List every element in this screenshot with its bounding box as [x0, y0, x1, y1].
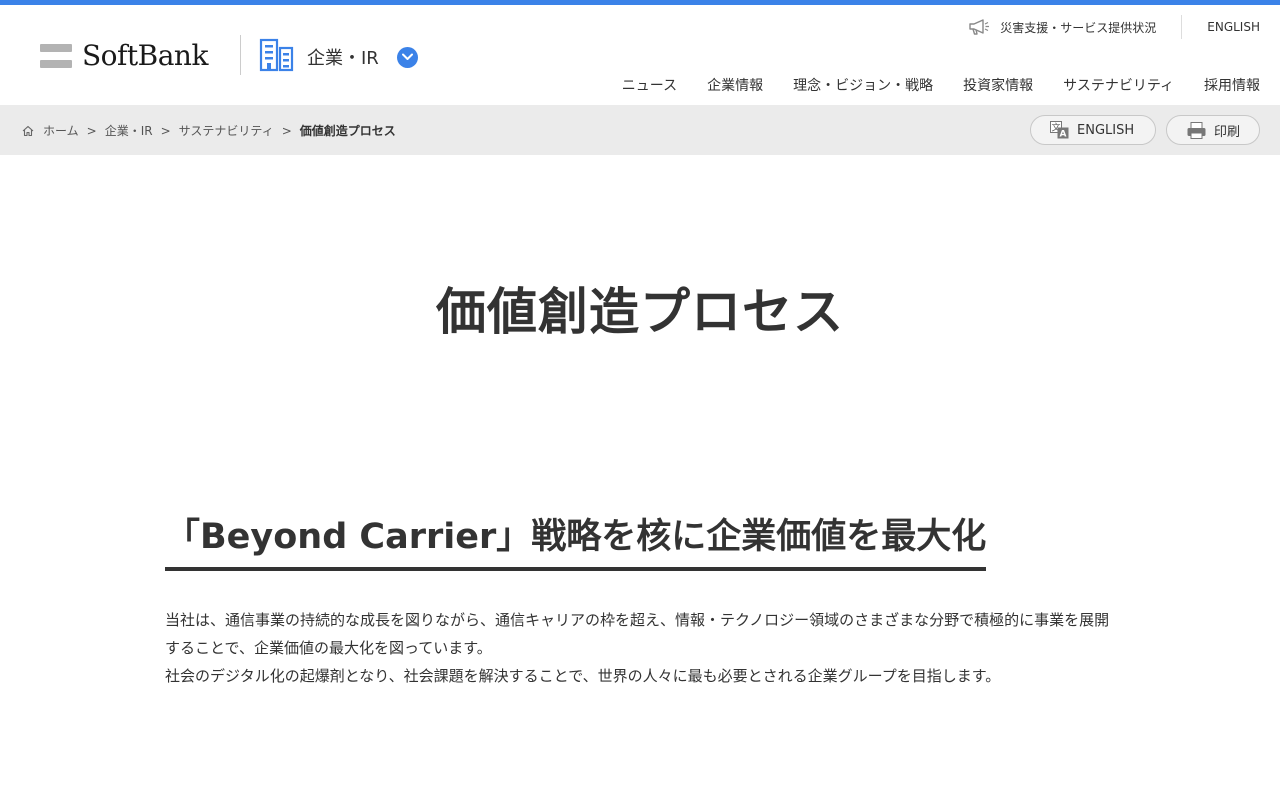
global-nav: ニュース 企業情報 理念・ビジョン・戦略 投資家情報 サステナビリティ 採用情報 [592, 75, 1260, 95]
english-page-label: ENGLISH [1077, 122, 1135, 138]
nav-corporate-info[interactable]: 企業情報 [707, 75, 763, 95]
breadcrumb-separator: > [281, 123, 292, 138]
nav-news[interactable]: ニュース [622, 75, 677, 95]
section-label: 企業・IR [307, 48, 379, 69]
logo-text: SoftBank [82, 39, 208, 72]
nav-investor-relations[interactable]: 投資家情報 [963, 75, 1033, 95]
svg-text:A: A [1060, 130, 1067, 140]
nav-careers[interactable]: 採用情報 [1204, 75, 1260, 95]
english-page-button[interactable]: 文 A ENGLISH [1030, 115, 1156, 145]
logo-mark [40, 44, 72, 68]
header-divider [240, 35, 241, 75]
intro-paragraph: 当社は、通信事業の持続的な成長を図りながら、通信キャリアの枠を超え、情報・テクノ… [165, 611, 1110, 657]
breadcrumb-bar: ホーム > 企業・IR > サステナビリティ > 価値創造プロセス 文 A EN… [0, 105, 1280, 155]
breadcrumb-separator: > [86, 123, 97, 138]
disaster-support-link[interactable]: 災害支援・サービス提供状況 [969, 19, 1156, 36]
chevron-down-icon[interactable] [396, 46, 418, 68]
breadcrumb-home[interactable]: ホーム [43, 122, 79, 139]
breadcrumb-current: 価値創造プロセス [299, 124, 396, 138]
section-dropdown[interactable]: 企業・IR [259, 38, 418, 76]
section-heading: 「Beyond Carrier」戦略を核に企業価値を最大化 [165, 508, 987, 571]
disaster-support-label: 災害支援・サービス提供状況 [1000, 20, 1157, 35]
breadcrumb-corporate-ir[interactable]: 企業・IR [105, 122, 153, 139]
building-icon [259, 38, 295, 76]
print-label: 印刷 [1214, 124, 1241, 140]
breadcrumb: ホーム > 企業・IR > サステナビリティ > 価値創造プロセス [22, 122, 396, 139]
softbank-logo[interactable]: SoftBank [40, 42, 208, 70]
nav-vision-strategy[interactable]: 理念・ビジョン・戦略 [793, 75, 933, 95]
breadcrumb-sustainability[interactable]: サステナビリティ [179, 122, 274, 139]
utility-links: 災害支援・サービス提供状況 ENGLISH [969, 13, 1260, 41]
page-title: 価値創造プロセス [436, 283, 844, 341]
breadcrumb-separator: > [160, 123, 171, 138]
english-link[interactable]: ENGLISH [1207, 20, 1260, 34]
megaphone-icon [969, 19, 990, 35]
utility-divider [1181, 15, 1183, 39]
printer-icon [1187, 121, 1214, 139]
translate-icon: 文 A [1050, 121, 1077, 139]
nav-sustainability[interactable]: サステナビリティ [1063, 75, 1174, 95]
home-icon[interactable] [22, 125, 34, 137]
intro-text: 当社は、通信事業の持続的な成長を図りながら、通信キャリアの枠を超え、情報・テクノ… [165, 606, 1115, 690]
print-button[interactable]: 印刷 [1166, 115, 1260, 145]
site-header: SoftBank 企業・IR 災害支援・サービス提供状況 ENGLISH ニュー… [0, 5, 1280, 105]
intro-paragraph: 社会のデジタル化の起爆剤となり、社会課題を解決することで、世界の人々に最も必要と… [165, 667, 1001, 685]
